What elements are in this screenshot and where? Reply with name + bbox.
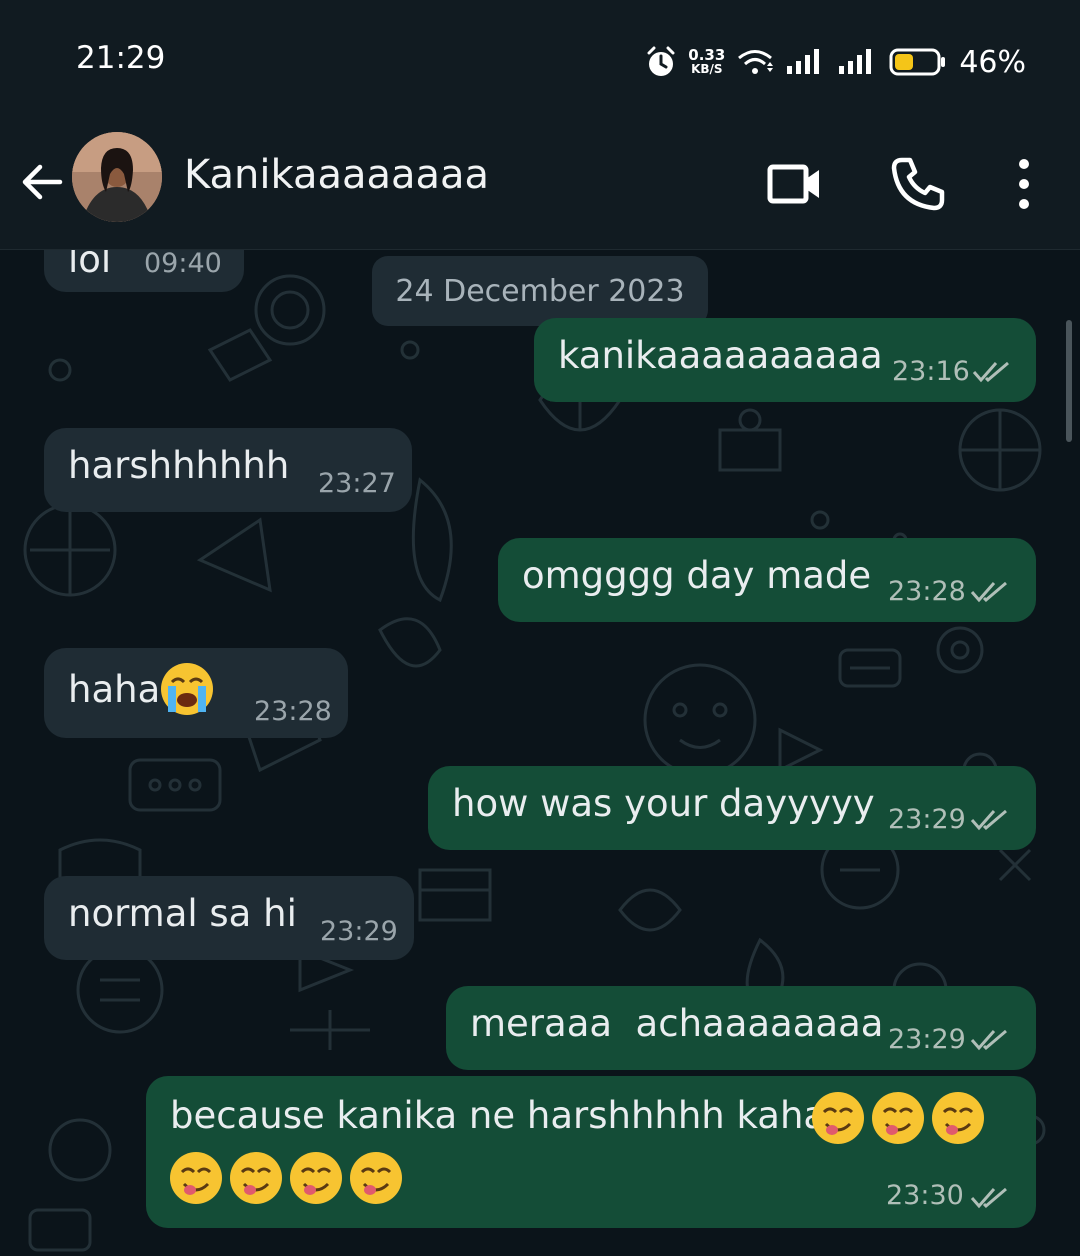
battery-icon [889,48,946,76]
message-time: 23:29 [888,1024,966,1055]
date-divider-text: 24 December 2023 [395,274,685,309]
read-receipt-icon [970,809,1007,831]
message-text: lol [68,250,112,281]
video-call-icon[interactable] [764,154,824,214]
message-bubble-incoming[interactable]: haha 23:28 [44,648,348,738]
face-savoring-food-icon [290,1152,342,1204]
message-bubble-incoming[interactable]: harshhhhhh 23:27 [44,428,412,512]
message-bubble-outgoing[interactable]: meraaa achaaaaaaaa 23:29 [446,986,1036,1070]
signal-icon-sim1 [787,49,820,74]
message-time: 23:28 [254,696,332,727]
message-text: how was your dayyyyy [452,782,875,825]
contact-name[interactable]: Kanikaaaaaaaa [184,152,489,198]
network-speed-unit: KB/S [691,62,723,76]
message-time: 23:27 [318,468,396,499]
message-text: haha [68,668,160,711]
message-time: 09:40 [144,250,222,279]
read-receipt-icon [970,1029,1007,1051]
message-bubble-outgoing[interactable]: omgggg day made 23:28 [498,538,1036,622]
signal-icon-sim2 [839,49,872,74]
scrollbar[interactable] [1066,320,1072,442]
emoji-row-2 [168,1150,404,1206]
message-text: omgggg day made [522,554,872,597]
status-bar: 21:29 0.33 KB/S 46% [0,0,1080,120]
network-speed: 0.33 KB/S [688,46,726,77]
avatar[interactable] [72,132,162,222]
message-time: 23:28 [888,576,966,607]
alarm-icon [647,46,675,76]
chat-header: Kanikaaaaaaaa [0,120,1080,250]
date-divider: 24 December 2023 [372,256,708,326]
face-savoring-food-icon [872,1092,924,1144]
face-savoring-food-icon [170,1152,222,1204]
network-speed-value: 0.33 [688,46,726,64]
message-time: 23:16 [892,356,970,387]
chat-area[interactable]: lol 09:40 24 December 2023 kanikaaaaaaaa… [0,250,1080,1256]
wifi-icon [738,50,774,74]
message-text: kanikaaaaaaaaaa [558,334,883,377]
message-text: normal sa hi [68,892,297,935]
face-savoring-food-icon [812,1092,864,1144]
face-savoring-food-icon [350,1152,402,1204]
message-time: 23:29 [888,804,966,835]
avatar-photo [72,132,162,222]
message-time: 23:30 [886,1180,964,1211]
emoji-row-1 [810,1090,986,1146]
message-text: meraaa achaaaaaaaa [470,1002,884,1045]
status-time: 21:29 [76,40,166,76]
message-bubble-outgoing[interactable]: kanikaaaaaaaaaa 23:16 [534,318,1036,402]
message-bubble-incoming[interactable]: lol 09:40 [44,250,244,292]
message-time: 23:29 [320,916,398,947]
battery-percent: 46% [959,44,1026,80]
loudly-crying-face-icon [161,663,213,715]
message-text: because kanika ne harshhhhh kaha [170,1094,827,1137]
read-receipt-icon [970,1187,1007,1209]
more-vert-icon[interactable] [994,154,1054,214]
message-text-content: haha [68,668,161,711]
face-savoring-food-icon [230,1152,282,1204]
phone-icon[interactable] [888,154,948,214]
face-savoring-food-icon [932,1092,984,1144]
status-icons: 0.33 KB/S 46% [646,40,1026,84]
message-bubble-outgoing[interactable]: how was your dayyyyy 23:29 [428,766,1036,850]
message-bubble-outgoing[interactable]: because kanika ne harshhhhh kaha 23:30 [146,1076,1036,1228]
read-receipt-icon [972,361,1009,383]
message-bubble-incoming[interactable]: normal sa hi 23:29 [44,876,414,960]
read-receipt-icon [970,581,1007,603]
message-text: harshhhhhh [68,444,290,487]
back-arrow-icon[interactable] [16,156,68,208]
